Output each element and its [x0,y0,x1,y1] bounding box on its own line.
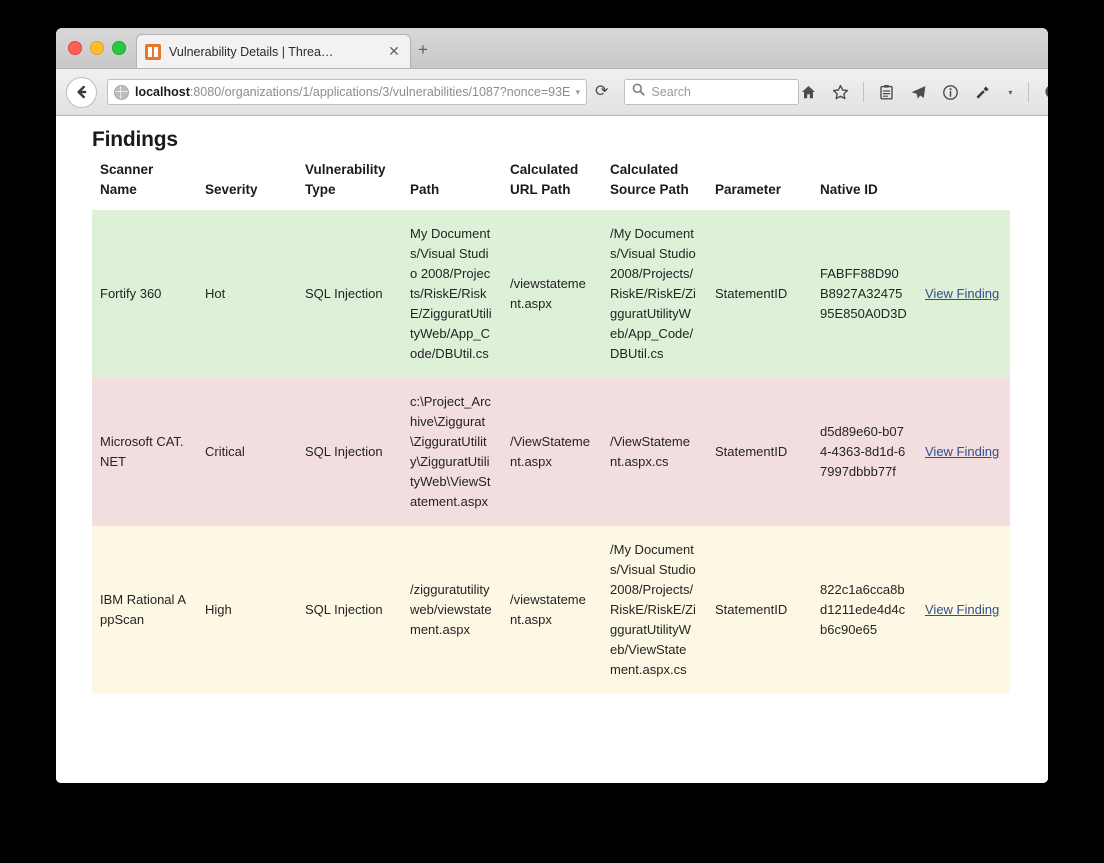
finding-path: My Documents/Visual Studio 2008/Projects… [402,210,502,378]
reading-list-icon[interactable] [877,83,896,102]
column-header-calculated-url-path[interactable]: Calculated URL Path [502,160,602,210]
finding-parameter: StatementID [707,210,812,378]
address-bar[interactable]: localhost:8080/organizations/1/applicati… [107,79,587,105]
view-finding-link[interactable]: View Finding [925,286,999,301]
page-content: Findings Scanner Name Severity Vulnerabi… [56,116,1048,783]
column-header-path[interactable]: Path [402,160,502,210]
window-traffic-lights [68,41,126,55]
column-header-native-id[interactable]: Native ID [812,160,917,210]
bookmark-star-icon[interactable] [831,83,850,102]
zoom-window-button[interactable] [112,41,126,55]
url-host: localhost [135,85,190,99]
finding-parameter: StatementID [707,378,812,526]
finding-path: /zigguratutilityweb/viewstatement.aspx [402,526,502,694]
addon-icon[interactable] [973,83,992,102]
finding-native-id: 822c1a6cca8bd1211ede4d4cb6c90e65 [812,526,917,694]
finding-severity: Hot [197,210,297,378]
url-text: localhost:8080/organizations/1/applicati… [135,85,571,99]
column-header-vulnerability-type[interactable]: Vulnerability Type [297,160,402,210]
navigation-toolbar: localhost:8080/organizations/1/applicati… [56,69,1048,116]
finding-action-cell: View Finding [917,526,1010,694]
reload-icon[interactable]: ⟳ [595,84,608,100]
new-tab-button[interactable]: + [418,41,428,58]
table-header-row: Scanner Name Severity Vulnerability Type… [92,160,1010,210]
search-input[interactable]: Search [651,85,691,99]
toolbar-divider [863,82,865,102]
page-title: Findings [92,128,178,151]
finding-path: c:\Project_Archive\Ziggurat\ZigguratUtil… [402,378,502,526]
column-header-severity[interactable]: Severity [197,160,297,210]
close-window-button[interactable] [68,41,82,55]
dropdown-caret-icon[interactable]: ▾ [1005,83,1015,102]
finding-calculated-source-path: /ViewStatement.aspx.cs [602,378,707,526]
finding-native-id: FABFF88D90B8927A3247595E850A0D3D [812,210,917,378]
finding-parameter: StatementID [707,526,812,694]
chevron-down-icon[interactable]: ▾ [575,87,580,98]
table-row: Fortify 360 Hot SQL Injection My Documents/… [92,210,1010,378]
finding-calculated-source-path: /My Documents/Visual Studio 2008/Project… [602,526,707,694]
view-finding-link[interactable]: View Finding [925,602,999,617]
tab-strip: Vulnerability Details | Threa… ✕ + [56,28,1048,69]
browser-window: Vulnerability Details | Threa… ✕ + local… [56,28,1048,783]
feedback-smiley-icon[interactable] [1042,83,1048,102]
toolbar-divider [1028,82,1030,102]
column-header-parameter[interactable]: Parameter [707,160,812,210]
finding-vulnerability-type: SQL Injection [297,210,402,378]
globe-icon [114,84,129,100]
search-icon [632,83,646,101]
finding-calculated-url-path: /ViewStatement.aspx [502,378,602,526]
finding-scanner-name: IBM Rational AppScan [92,526,197,694]
back-button[interactable] [66,76,97,108]
view-finding-link[interactable]: View Finding [925,444,999,459]
toolbar-icons: ▾ [799,82,1048,102]
finding-scanner-name: Fortify 360 [92,210,197,378]
column-header-calculated-source-path[interactable]: Calculated Source Path [602,160,707,210]
finding-action-cell: View Finding [917,210,1010,378]
column-header-scanner-name[interactable]: Scanner Name [92,160,197,210]
search-bar[interactable]: Search [624,79,800,105]
finding-scanner-name: Microsoft CAT.NET [92,378,197,526]
finding-severity: Critical [197,378,297,526]
browser-tab[interactable]: Vulnerability Details | Threa… ✕ [136,34,411,68]
home-icon[interactable] [799,83,818,102]
finding-native-id: d5d89e60-b074-4363-8d1d-67997dbbb77f [812,378,917,526]
finding-action-cell: View Finding [917,378,1010,526]
url-rest: :8080/organizations/1/applications/3/vul… [189,85,571,99]
table-body: Fortify 360 Hot SQL Injection My Documents/… [92,210,1010,694]
pocket-send-icon[interactable] [909,83,928,102]
finding-calculated-source-path: /My Documents/Visual Studio 2008/Project… [602,210,707,378]
finding-calculated-url-path: /viewstatement.aspx [502,210,602,378]
finding-vulnerability-type: SQL Injection [297,526,402,694]
table-row: Microsoft CAT.NET Critical SQL Injection c:… [92,378,1010,526]
finding-vulnerability-type: SQL Injection [297,378,402,526]
back-arrow-icon [76,85,86,99]
threadfix-favicon [145,43,161,60]
table-header: Scanner Name Severity Vulnerability Type… [92,160,1010,210]
column-header-actions [917,160,1010,210]
close-icon[interactable]: ✕ [386,43,402,60]
findings-table: Scanner Name Severity Vulnerability Type… [92,160,1010,694]
minimize-window-button[interactable] [90,41,104,55]
page-info-icon[interactable] [941,83,960,102]
table-row: IBM Rational AppScan High SQL Injection/zi… [92,526,1010,694]
finding-calculated-url-path: /viewstatement.aspx [502,526,602,694]
tab-title: Vulnerability Details | Threa… [169,44,334,59]
finding-severity: High [197,526,297,694]
